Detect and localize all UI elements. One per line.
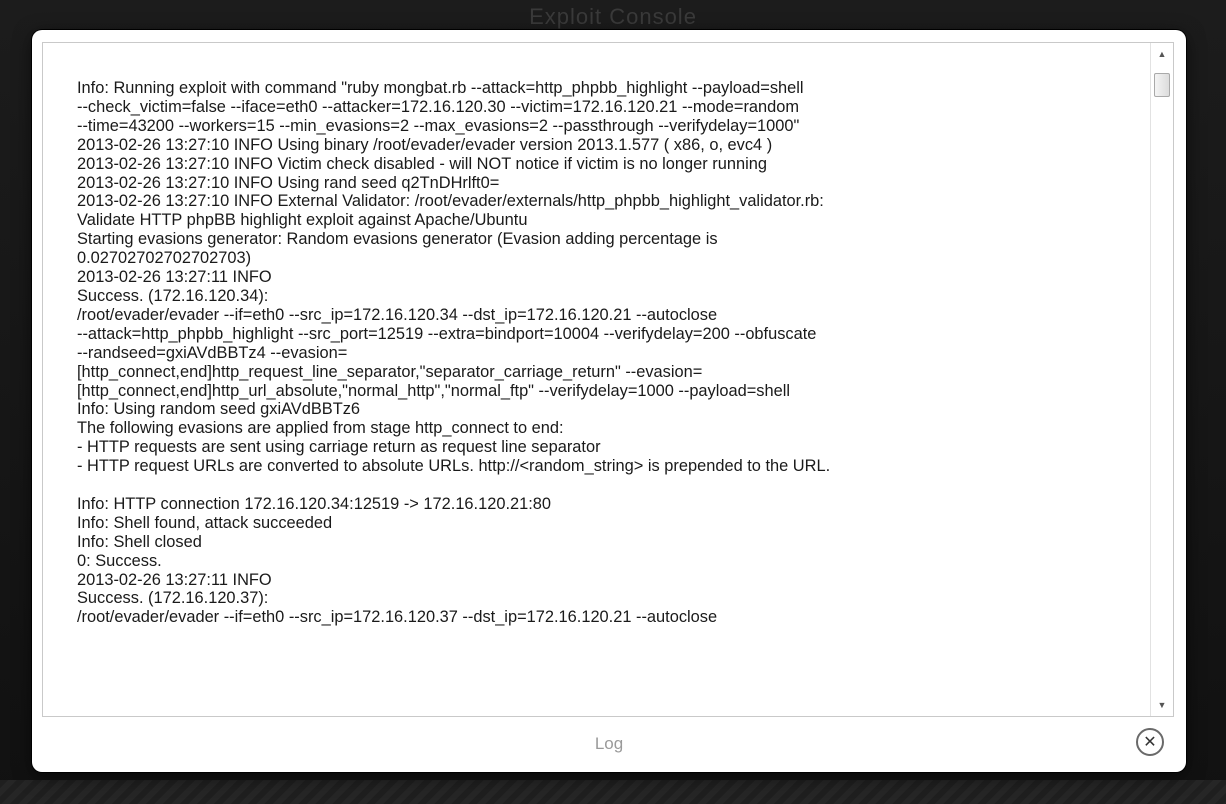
close-icon: ✕ [1143, 732, 1157, 751]
dialog-footer: Log ✕ [32, 718, 1186, 772]
log-output-panel[interactable]: Info: Running exploit with command "ruby… [42, 42, 1174, 717]
close-button[interactable]: ✕ [1136, 728, 1164, 756]
log-dialog: Info: Running exploit with command "ruby… [32, 30, 1186, 772]
log-output-text: Info: Running exploit with command "ruby… [77, 79, 831, 627]
scroll-down-arrow-icon[interactable]: ▼ [1151, 696, 1173, 714]
dialog-title: Log [594, 734, 624, 753]
scrollbar-thumb[interactable] [1154, 73, 1170, 97]
scroll-up-arrow-icon[interactable]: ▲ [1151, 45, 1173, 63]
background-strip [0, 780, 1226, 804]
vertical-scrollbar[interactable]: ▲ ▼ [1150, 43, 1173, 716]
background-window-title: Exploit Console [529, 4, 697, 29]
